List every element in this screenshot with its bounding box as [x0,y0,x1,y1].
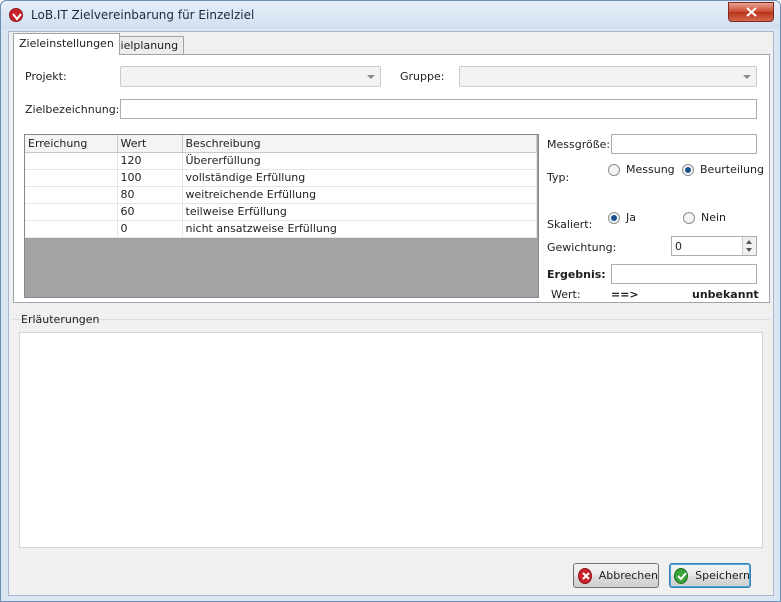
cell-wert[interactable]: 120 [117,152,183,170]
cell-erreichung[interactable] [25,152,118,170]
cell-erreichung[interactable] [25,203,118,221]
chevron-down-icon [743,75,751,79]
wert-arrow: ==> [611,288,639,301]
cell-wert[interactable]: 0 [117,220,183,238]
close-window-button[interactable] [728,2,774,22]
cell-wert[interactable]: 60 [117,203,183,221]
checkmark-icon [674,567,689,584]
grid-table: Erreichung Wert Beschreibung 120 Übererf… [25,135,537,238]
messgroesse-label: Messgröße: [547,138,611,151]
messgroesse-input[interactable] [611,134,757,154]
gewichtung-label: Gewichtung: [547,241,617,254]
zielbezeichnung-label: Zielbezeichnung: [25,103,120,116]
title-bar[interactable]: LoB.IT Zielvereinbarung für Einzelziel [1,1,780,29]
table-row[interactable]: 80 weitreichende Erfüllung [25,186,537,204]
tab-zieleinstellungen[interactable]: Zieleinstellungen [13,33,120,55]
cell-beschreibung[interactable]: nicht ansatzweise Erfüllung [182,220,537,238]
grid-header-row: Erreichung Wert Beschreibung [25,135,537,153]
typ-label: Typ: [547,171,570,184]
zielbezeichnung-input[interactable] [120,99,757,119]
app-logo-icon [9,8,23,22]
skaliert-label: Skaliert: [547,218,593,231]
ergebnis-label: Ergebnis: [547,268,606,281]
table-row[interactable]: 0 nicht ansatzweise Erfüllung [25,220,537,238]
typ-radio-beurteilung[interactable]: Beurteilung [682,163,764,176]
cancel-icon [578,567,592,584]
ergebnis-field [611,264,757,284]
tab-panel-zieleinstellungen: Projekt: Gruppe: Zielbezeichnung: Erreic… [13,54,770,303]
radio-button-selected-icon [608,211,620,224]
gewichtung-stepper[interactable]: 0 [671,236,757,256]
cancel-button[interactable]: Abbrechen [573,563,659,588]
arrow-down-icon[interactable] [746,248,752,252]
table-row[interactable]: 100 vollständige Erfüllung [25,169,537,187]
radio-button-selected-icon [682,163,694,176]
column-header-erreichung[interactable]: Erreichung [25,135,118,153]
dialog-window: LoB.IT Zielvereinbarung für Einzelziel Z… [0,0,781,602]
radio-button-icon [608,163,620,176]
skaliert-radio-nein[interactable]: Nein [683,211,726,224]
typ-radio-messung[interactable]: Messung [608,163,675,176]
gruppe-combobox[interactable] [459,66,757,87]
cell-erreichung[interactable] [25,169,118,187]
close-icon [746,7,757,17]
cell-erreichung[interactable] [25,220,118,238]
cell-erreichung[interactable] [25,186,118,204]
save-button[interactable]: Speichern [669,563,751,588]
arrow-up-icon[interactable] [746,240,752,244]
table-row[interactable]: 60 teilweise Erfüllung [25,203,537,221]
cell-wert[interactable]: 100 [117,169,183,187]
erreichung-grid[interactable]: Erreichung Wert Beschreibung 120 Übererf… [24,134,539,298]
column-header-wert[interactable]: Wert [117,135,183,153]
cell-beschreibung[interactable]: teilweise Erfüllung [182,203,537,221]
chevron-down-icon [367,75,375,79]
cell-wert[interactable]: 80 [117,186,183,204]
projekt-combobox[interactable] [120,66,381,87]
cell-beschreibung[interactable]: vollständige Erfüllung [182,169,537,187]
cell-beschreibung[interactable]: weitreichende Erfüllung [182,186,537,204]
dialog-client-area: Zieleinstellungen Zielplanung Projekt: G… [8,31,774,596]
window-title: LoB.IT Zielvereinbarung für Einzelziel [31,8,255,22]
radio-button-icon [683,211,695,224]
wert-label: Wert: [551,288,581,301]
gruppe-label: Gruppe: [400,70,445,83]
erlaeuterungen-textarea[interactable] [19,332,763,548]
projekt-label: Projekt: [25,70,67,83]
column-header-beschreibung[interactable]: Beschreibung [182,135,537,153]
table-row[interactable]: 120 Übererfüllung [25,152,537,170]
stepper-buttons[interactable] [742,237,756,255]
cell-beschreibung[interactable]: Übererfüllung [182,152,537,170]
wert-result: unbekannt [692,288,759,301]
erlaeuterungen-label: Erläuterungen [21,313,100,326]
skaliert-radio-ja[interactable]: Ja [608,211,636,224]
